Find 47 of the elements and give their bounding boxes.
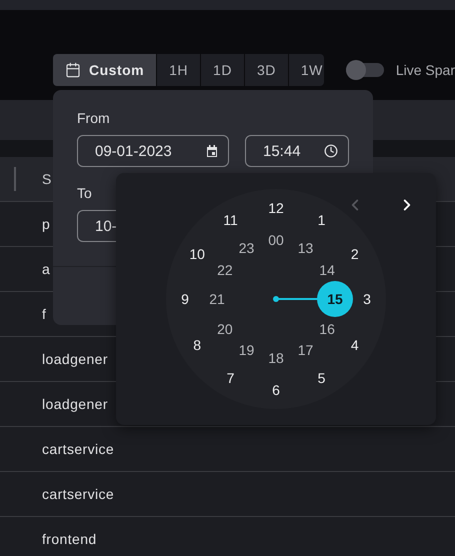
calendar-icon[interactable] [206, 144, 218, 158]
hour-option[interactable]: 7 [226, 370, 234, 385]
range-button[interactable]: 1D [201, 54, 244, 86]
table-cell: a [42, 261, 50, 277]
field-label: From [77, 110, 110, 126]
range-button[interactable]: 1W [288, 54, 324, 86]
table-cell: loadgener [42, 396, 108, 412]
hour-option[interactable]: 8 [193, 338, 202, 352]
column-header[interactable]: S [42, 171, 52, 187]
hour-option[interactable]: 4 [350, 338, 359, 352]
hour-option[interactable]: 13 [298, 240, 314, 255]
time-field[interactable]: 15:44 [245, 135, 349, 167]
hour-option[interactable]: 9 [181, 292, 189, 306]
hour-option[interactable]: 3 [363, 292, 371, 306]
range-button[interactable]: Custom [53, 54, 156, 86]
table-cell: loadgener [42, 351, 108, 367]
clock-hand [276, 298, 319, 300]
range-button[interactable]: 3D [244, 54, 288, 86]
clock-icon[interactable] [324, 144, 338, 158]
hour-option[interactable]: 17 [298, 343, 314, 358]
hour-option[interactable]: 12 [268, 201, 284, 215]
field-label: To [77, 185, 92, 201]
hour-option[interactable]: 6 [272, 383, 280, 397]
hour-option[interactable]: 20 [217, 322, 233, 336]
hour-option[interactable]: 19 [238, 343, 254, 358]
hour-option[interactable]: 18 [268, 351, 284, 365]
date-field[interactable]: 09-01-2023 [77, 135, 229, 167]
hour-option[interactable]: 5 [318, 370, 326, 385]
toggle-label: Live Spar [396, 62, 455, 78]
range-button[interactable]: 1H [157, 54, 200, 86]
hour-option[interactable]: 2 [350, 246, 359, 260]
table-cell: frontend [42, 531, 97, 547]
hour-option[interactable]: 16 [319, 322, 335, 336]
hour-option[interactable]: 21 [209, 292, 225, 306]
table-cell: cartservice [42, 441, 114, 457]
hour-option[interactable]: 22 [217, 262, 233, 276]
hour-option[interactable]: 00 [268, 233, 284, 247]
hour-option[interactable]: 14 [319, 262, 335, 276]
hour-option[interactable]: 11 [223, 213, 238, 228]
hour-option[interactable]: 23 [238, 240, 254, 255]
hour-option[interactable]: 1 [318, 213, 326, 228]
live-toggle[interactable] [346, 63, 384, 77]
table-cell: f [42, 306, 46, 322]
hour-option[interactable]: 10 [189, 246, 205, 260]
table-cell: p [42, 216, 50, 232]
table-cell: cartservice [42, 486, 114, 502]
calendar-icon [65, 62, 81, 78]
